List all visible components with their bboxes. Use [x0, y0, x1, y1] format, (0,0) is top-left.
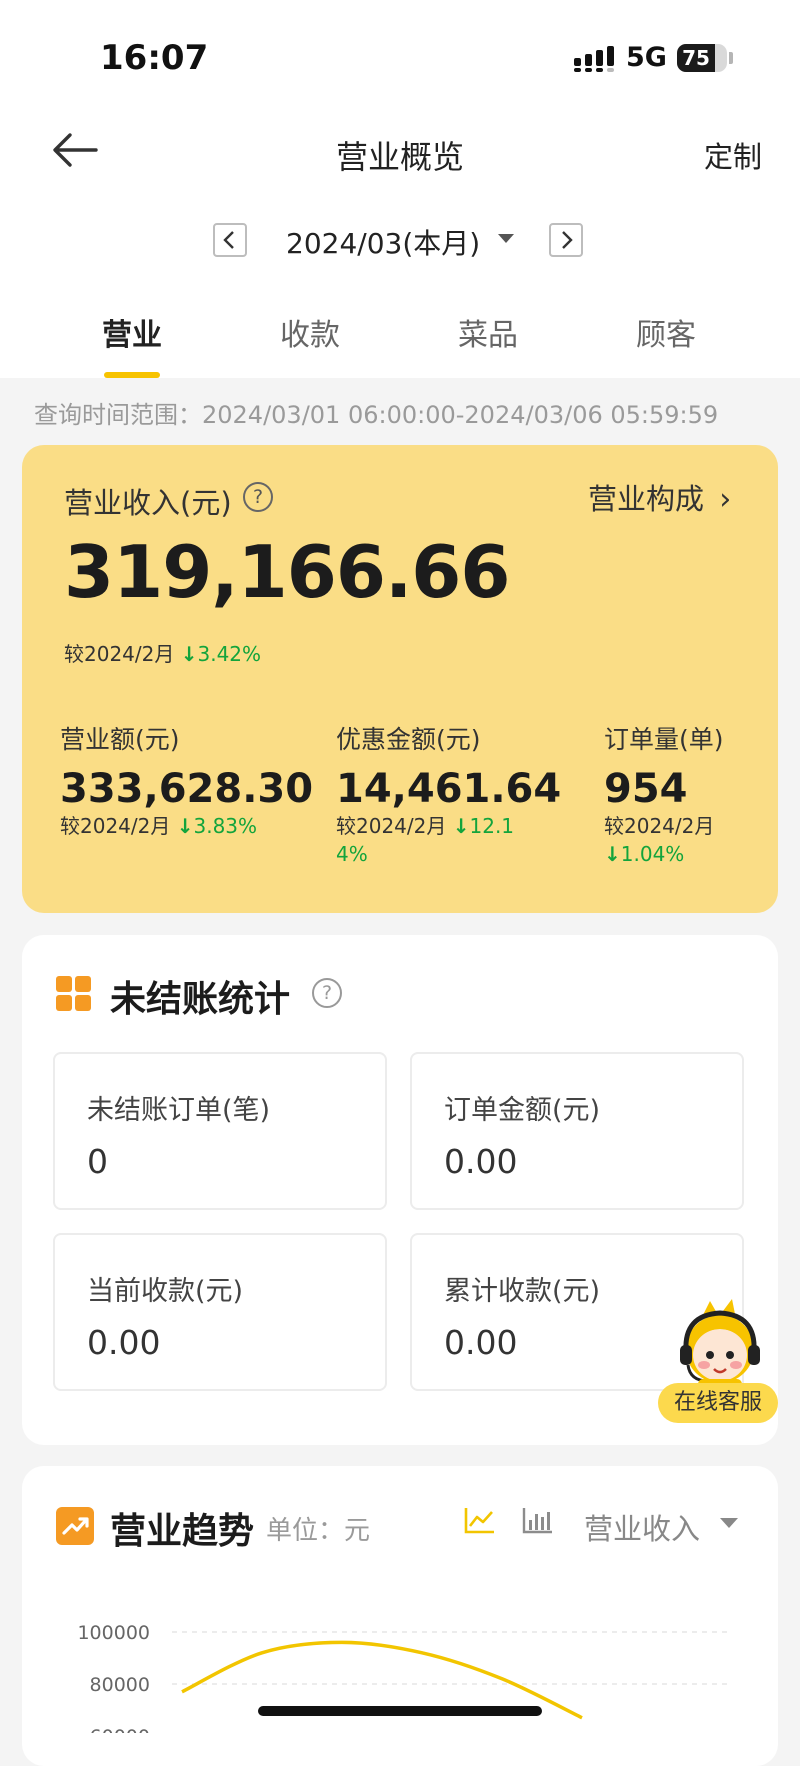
stat-label: 当前收款(元) — [87, 1276, 244, 1307]
help-icon[interactable]: ? — [312, 978, 342, 1008]
trend-unit: 单位：元 — [266, 1516, 371, 1546]
revenue-compare: 较2024/2月 ↓3.42% — [64, 638, 261, 667]
stat-value: 0 — [87, 1142, 108, 1181]
tab-active-indicator — [104, 372, 160, 378]
prev-month-button[interactable] — [213, 223, 247, 257]
compare-change: 3.42% — [197, 642, 262, 666]
status-time: 16:07 — [100, 38, 209, 78]
tab-payment[interactable]: 收款 — [260, 310, 360, 354]
battery-tip — [729, 52, 733, 64]
y-tick-label: 100000 — [77, 1622, 150, 1644]
compare-change: 12.1 — [469, 814, 515, 838]
customize-button[interactable]: 定制 — [704, 134, 762, 176]
metric-label-orders: 订单量(单) — [604, 725, 724, 754]
metric-value-discount: 14,461.64 — [336, 766, 562, 812]
signal-icon — [574, 46, 614, 72]
metric-compare-sales: 较2024/2月 ↓3.83% — [60, 812, 257, 840]
network-label: 5G — [626, 42, 667, 73]
unsettled-title: 未结账统计 — [110, 979, 291, 1020]
compare-label: 较2024/2月 — [336, 814, 447, 838]
stat-value: 0.00 — [87, 1323, 161, 1362]
caret-down-icon[interactable] — [720, 1518, 738, 1528]
metric-compare-orders: 较2024/2月 ↓1.04% — [604, 812, 714, 868]
page-title: 营业概览 — [335, 138, 464, 176]
metric-value-sales: 333,628.30 — [60, 766, 314, 812]
arrow-down-icon: ↓ — [604, 842, 621, 866]
metric-label-sales: 营业额(元) — [60, 725, 180, 754]
y-tick-label: 80000 — [90, 1674, 150, 1696]
compare-label: 较2024/2月 — [604, 814, 715, 838]
battery-icon: 75 — [677, 44, 727, 72]
stat-label: 累计收款(元) — [444, 1276, 601, 1307]
compare-change: 1.04% — [620, 842, 685, 866]
grid-icon — [56, 976, 92, 1012]
stat-label: 未结账订单(笔) — [87, 1095, 271, 1126]
caret-down-icon[interactable] — [498, 234, 514, 243]
help-icon[interactable]: ? — [243, 482, 273, 512]
home-indicator — [258, 1706, 542, 1716]
trend-up-icon — [56, 1507, 94, 1545]
compare-label: 较2024/2月 — [60, 814, 171, 838]
arrow-down-icon: ↓ — [176, 814, 194, 838]
stat-value: 0.00 — [444, 1323, 518, 1362]
stat-card-current-payment[interactable]: 当前收款(元) 0.00 — [53, 1233, 387, 1391]
chevron-left-icon — [223, 231, 234, 249]
query-range: 查询时间范围：2024/03/01 06:00:00-2024/03/06 05… — [34, 401, 719, 429]
trend-metric-select[interactable]: 营业收入 — [584, 1506, 700, 1548]
compare-change: 3.83% — [193, 814, 258, 838]
composition-label: 营业构成 — [588, 482, 705, 516]
metric-value-orders: 954 — [604, 766, 688, 812]
bar-chart-icon[interactable] — [520, 1504, 556, 1536]
month-selector[interactable]: 2024/03(本月) — [286, 222, 480, 262]
chevron-right-icon: › — [719, 482, 732, 517]
arrow-down-icon: ↓ — [180, 642, 198, 666]
metric-compare-discount: 较2024/2月 ↓12.1 4% — [336, 812, 514, 868]
stat-value: 0.00 — [444, 1142, 518, 1181]
composition-link[interactable]: 营业构成 › — [588, 476, 731, 518]
tab-dishes[interactable]: 菜品 — [438, 310, 538, 354]
metric-label-discount: 优惠金额(元) — [336, 725, 481, 754]
stat-card-unsettled-orders[interactable]: 未结账订单(笔) 0 — [53, 1052, 387, 1210]
customer-service-button[interactable]: 在线客服 — [658, 1383, 778, 1423]
next-month-button[interactable] — [549, 223, 583, 257]
revenue-value: 319,166.66 — [64, 530, 510, 614]
trend-title: 营业趋势 — [110, 1511, 255, 1552]
tab-business[interactable]: 营业 — [82, 310, 182, 354]
arrow-down-icon: ↓ — [452, 814, 470, 838]
stat-card-order-amount[interactable]: 订单金额(元) 0.00 — [410, 1052, 744, 1210]
battery-level: 75 — [682, 46, 710, 70]
line-chart-icon[interactable] — [462, 1504, 498, 1536]
chevron-right-icon — [562, 231, 573, 249]
y-tick-label: 60000 — [90, 1726, 150, 1733]
tab-customers[interactable]: 顾客 — [616, 310, 716, 354]
compare-change-wrap: 4% — [336, 842, 368, 866]
compare-label: 较2024/2月 — [64, 642, 175, 666]
stat-label: 订单金额(元) — [444, 1095, 601, 1126]
revenue-label: 营业收入(元) — [64, 486, 232, 520]
